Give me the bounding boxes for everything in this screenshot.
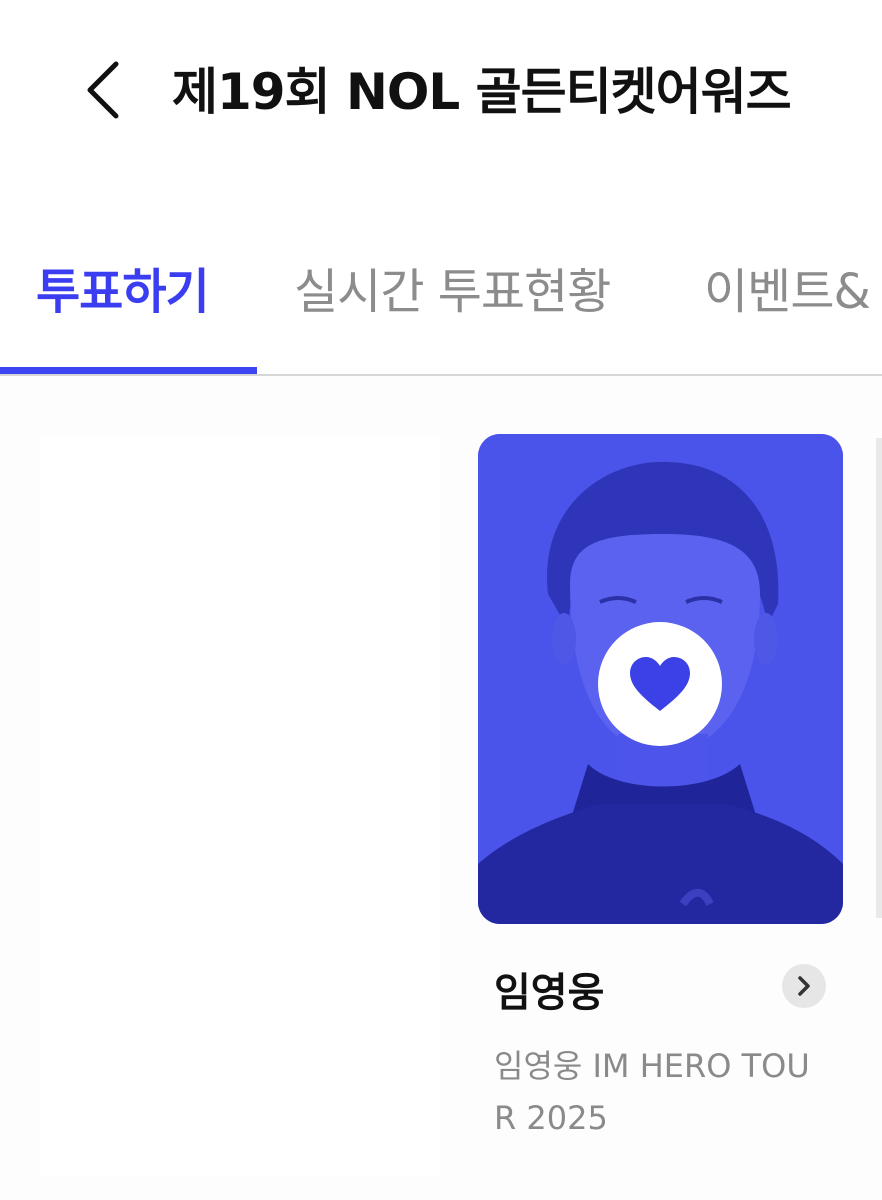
next-card-edge bbox=[876, 438, 882, 918]
artist-name: 임영웅 bbox=[494, 970, 605, 1016]
artist-photo-card[interactable] bbox=[478, 434, 843, 924]
tab-live-results[interactable]: 실시간 투표현황 bbox=[294, 252, 611, 322]
vote-content: 임영웅 임영웅 IM HERO TOUR 2025 bbox=[0, 376, 882, 1200]
tab-events[interactable]: 이벤트& bbox=[704, 252, 871, 322]
back-button[interactable] bbox=[80, 58, 130, 122]
vote-heart-button[interactable] bbox=[598, 622, 722, 746]
tab-vote[interactable]: 투표하기 bbox=[36, 252, 210, 322]
artist-detail-button[interactable] bbox=[782, 964, 826, 1008]
heart-icon bbox=[630, 657, 690, 711]
artist-description: 임영웅 IM HERO TOUR 2025 bbox=[494, 1047, 810, 1137]
header: 제19회 NOL 골든티켓어워즈 bbox=[0, 0, 882, 180]
page: 제19회 NOL 골든티켓어워즈 투표하기 실시간 투표현황 이벤트& 임영웅 … bbox=[0, 0, 882, 1200]
chevron-right-icon bbox=[798, 976, 810, 996]
page-title: 제19회 NOL 골든티켓어워즈 bbox=[172, 63, 792, 121]
tab-bar: 투표하기 실시간 투표현황 이벤트& bbox=[0, 230, 882, 376]
nominee-card-placeholder[interactable] bbox=[40, 436, 440, 1176]
back-arrow-icon bbox=[87, 61, 119, 119]
